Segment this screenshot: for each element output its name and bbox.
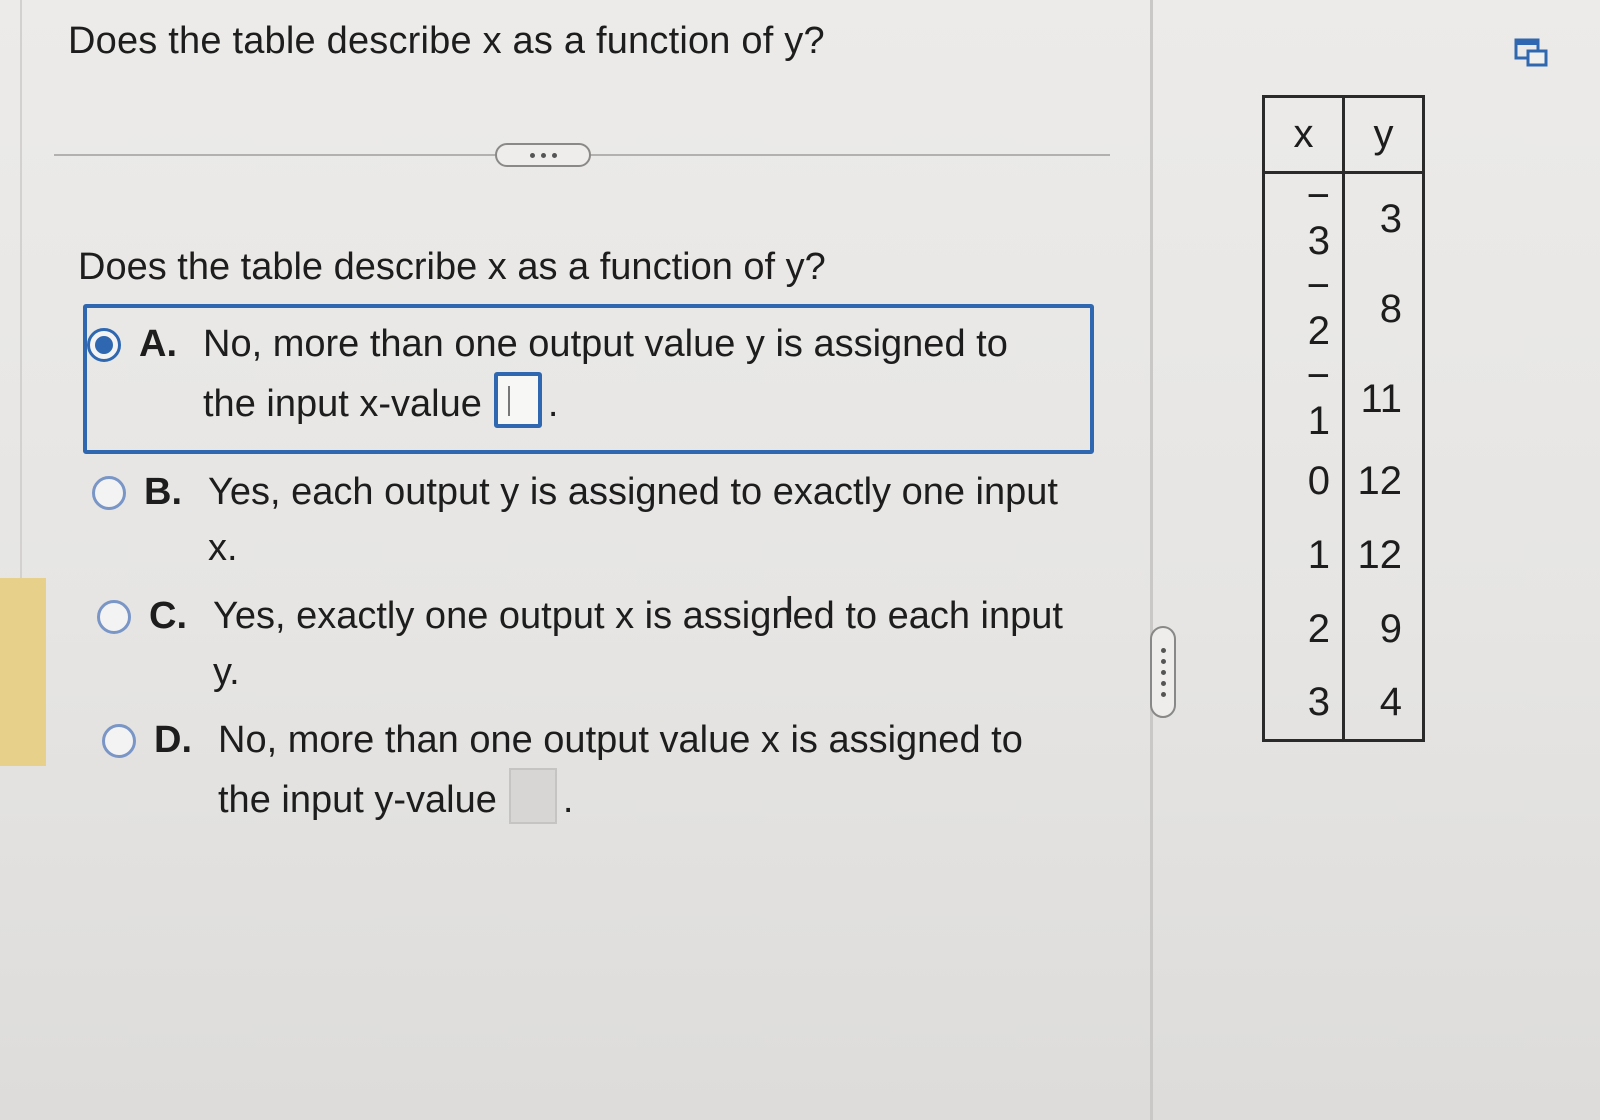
cell-y: 3 (1379, 196, 1402, 241)
option-line: Yes, each output y is assigned to exactl… (208, 471, 1058, 513)
panel-divider (1150, 0, 1153, 1120)
option-letter: B. (144, 471, 182, 513)
header-y: y (1343, 96, 1424, 174)
option-line: No, more than one output value y is assi… (203, 323, 1008, 365)
option-letter: C. (149, 595, 187, 637)
option-text: No, more than one output value y is assi… (203, 316, 1008, 432)
option-text: Yes, each output y is assigned to exactl… (208, 464, 1058, 576)
option-letter: A. (139, 323, 177, 365)
grip-dot-icon (1160, 691, 1166, 697)
cell-y: 4 (1379, 679, 1402, 724)
cell-x: 0 (1263, 444, 1345, 518)
cell-x: − 3 (1263, 172, 1345, 264)
cell-y: 9 (1379, 606, 1402, 651)
option-c[interactable]: C. Yes, exactly one output x is assigned… (97, 588, 1063, 700)
question-title: Does the table describe x as a function … (68, 20, 825, 62)
option-text: No, more than one output value x is assi… (218, 712, 1023, 828)
option-line: No, more than one output value x is assi… (218, 719, 1023, 761)
option-line: x. (208, 527, 238, 569)
radio-selected-dot (95, 336, 113, 354)
popout-window-icon[interactable] (1514, 38, 1548, 68)
cell-y: 12 (1357, 458, 1403, 503)
table-row: 0 12 (1263, 444, 1424, 518)
grip-dot-icon (1160, 680, 1166, 686)
option-b[interactable]: B. Yes, each output y is assigned to exa… (92, 464, 1058, 576)
cell-y: 8 (1379, 286, 1402, 331)
option-line: Yes, exactly one output x is assigned to… (213, 595, 1063, 637)
option-suffix: . (562, 779, 574, 821)
text-cursor-icon: Ι (784, 590, 795, 631)
cell-y: 12 (1357, 532, 1403, 577)
panel-resize-handle[interactable] (1150, 626, 1176, 718)
side-panel-tab (0, 578, 46, 766)
cell-x: − 2 (1263, 264, 1345, 354)
grip-dot-icon (1160, 658, 1166, 664)
radio-option-c[interactable] (97, 600, 131, 634)
table-row: 2 9 (1263, 592, 1424, 666)
radio-option-d[interactable] (102, 724, 136, 758)
table-row: − 1 11 (1263, 354, 1424, 444)
option-line-with-input: the input x-value. (203, 372, 1008, 432)
option-d[interactable]: D. No, more than one output value x is a… (102, 712, 1023, 828)
grip-dot-icon (1160, 669, 1166, 675)
option-a[interactable]: A. No, more than one output value y is a… (87, 316, 1008, 432)
answer-input-y-value[interactable] (508, 768, 557, 824)
option-line: the input y-value (218, 779, 497, 821)
table-row: 1 12 (1263, 518, 1424, 592)
ellipsis-icon (540, 152, 546, 158)
option-line: the input x-value (203, 383, 482, 425)
cell-x: 3 (1263, 666, 1345, 740)
left-border (20, 0, 22, 578)
option-line: y. (213, 651, 240, 693)
radio-option-b[interactable] (92, 476, 126, 510)
option-letter: D. (154, 719, 192, 761)
ellipsis-icon (551, 152, 557, 158)
radio-option-a[interactable] (87, 328, 121, 362)
option-suffix: . (547, 383, 559, 425)
answer-input-x-value[interactable] (493, 372, 542, 428)
table-row: − 2 8 (1263, 264, 1424, 354)
cell-y: 11 (1360, 376, 1402, 421)
option-line-with-input: the input y-value. (218, 768, 1023, 828)
xy-data-table: x y − 3 3 − 2 8 − 1 11 0 12 1 12 2 9 3 4 (1262, 95, 1425, 742)
option-text: Yes, exactly one output x is assigned to… (213, 588, 1063, 700)
ellipsis-icon (529, 152, 535, 158)
cell-x: 2 (1263, 592, 1345, 666)
cell-x: − 1 (1263, 354, 1345, 444)
header-x: x (1263, 96, 1345, 174)
question-prompt: Does the table describe x as a function … (78, 246, 826, 288)
more-options-button[interactable] (495, 143, 591, 167)
table-row: 3 4 (1263, 666, 1424, 740)
table-header-row: x y (1263, 96, 1424, 174)
cell-x: 1 (1263, 518, 1345, 592)
table-row: − 3 3 (1263, 172, 1424, 264)
grip-dot-icon (1160, 647, 1166, 653)
